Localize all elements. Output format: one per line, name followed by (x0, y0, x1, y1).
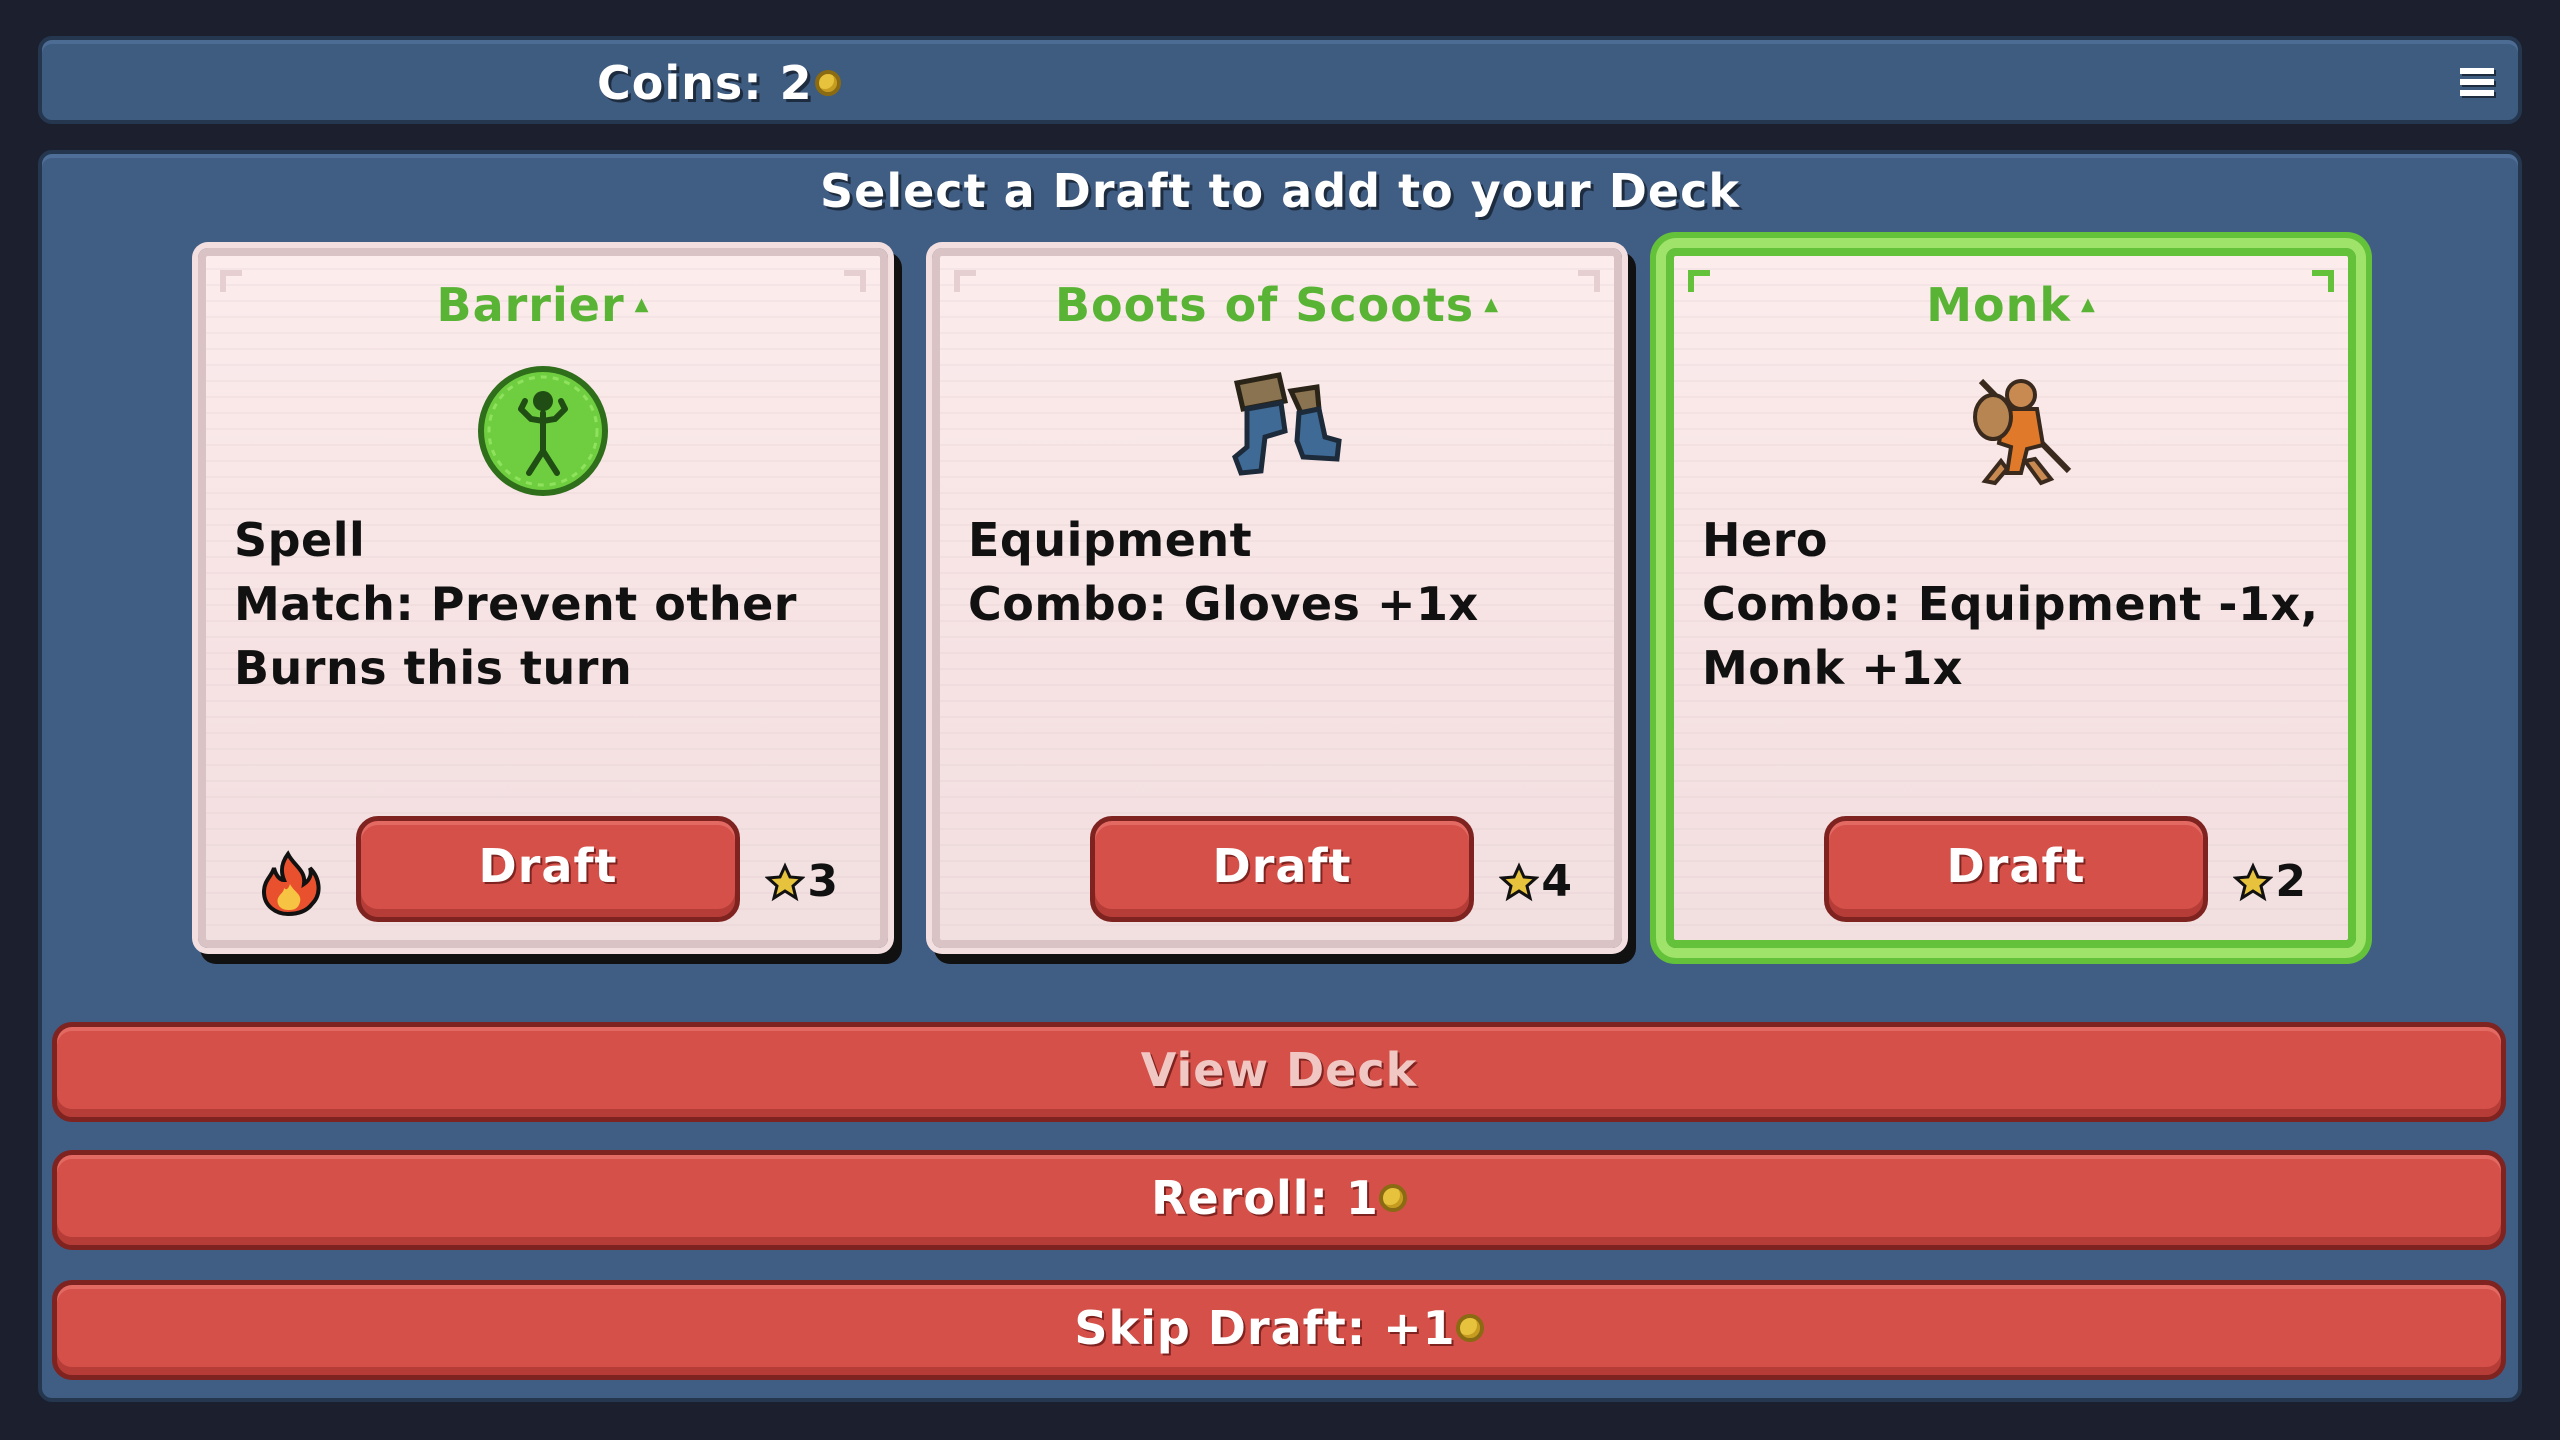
coin-icon (1378, 1183, 1407, 1212)
chevron-up-icon[interactable]: ▲ (1484, 294, 1499, 315)
draft-card-boots-of-scoots[interactable]: Boots of Scoots ▲ Equipment Combo: Gloves… (932, 248, 1622, 948)
coins-label: Coins: 2 (597, 56, 813, 110)
card-description: Equipment Combo: Gloves +1x (968, 513, 1479, 631)
card-cost: 3 (765, 856, 838, 907)
card-description: Spell Match: Prevent other Burns this tu… (234, 513, 797, 695)
star-icon (2233, 861, 2274, 901)
top-bar: Coins: 2 (38, 36, 2522, 124)
card-title: Monk ▲ (1926, 278, 2096, 332)
reroll-button[interactable]: Reroll: 1 (52, 1150, 2506, 1250)
star-icon (1499, 861, 1540, 901)
draft-button[interactable]: Draft (356, 816, 740, 922)
card-cost: 2 (2233, 856, 2306, 907)
draft-button[interactable]: Draft (1090, 816, 1474, 922)
fire-icon (261, 850, 321, 916)
coin-icon (814, 70, 841, 96)
boots-icon (1232, 372, 1342, 476)
card-cost: 4 (1499, 856, 1572, 907)
chevron-up-icon[interactable]: ▲ (635, 294, 650, 315)
card-description: Hero Combo: Equipment -1x, Monk +1x (1702, 513, 2319, 695)
chevron-up-icon[interactable]: ▲ (2081, 294, 2096, 315)
monk-hero-icon (1973, 378, 2072, 486)
menu-icon[interactable] (2460, 68, 2494, 98)
view-deck-button[interactable]: View Deck (52, 1022, 2506, 1122)
card-title: Boots of Scoots ▲ (1054, 278, 1500, 332)
draft-heading: Select a Draft to add to your Deck (820, 164, 1740, 218)
barrier-spell-icon (478, 366, 608, 496)
skip-draft-button[interactable]: Skip Draft: +1 (52, 1280, 2506, 1380)
star-icon (765, 861, 806, 901)
draft-card-barrier[interactable]: Barrier ▲ Spell Match: Prevent other Burn… (198, 248, 888, 948)
draft-button[interactable]: Draft (1824, 816, 2208, 922)
coins-counter: Coins: 2 (597, 56, 841, 110)
card-title: Barrier ▲ (436, 278, 650, 332)
coin-icon (1455, 1313, 1484, 1342)
draft-card-monk[interactable]: Monk ▲ Hero Combo: Equipment -1x, Monk +1… (1666, 248, 2356, 948)
